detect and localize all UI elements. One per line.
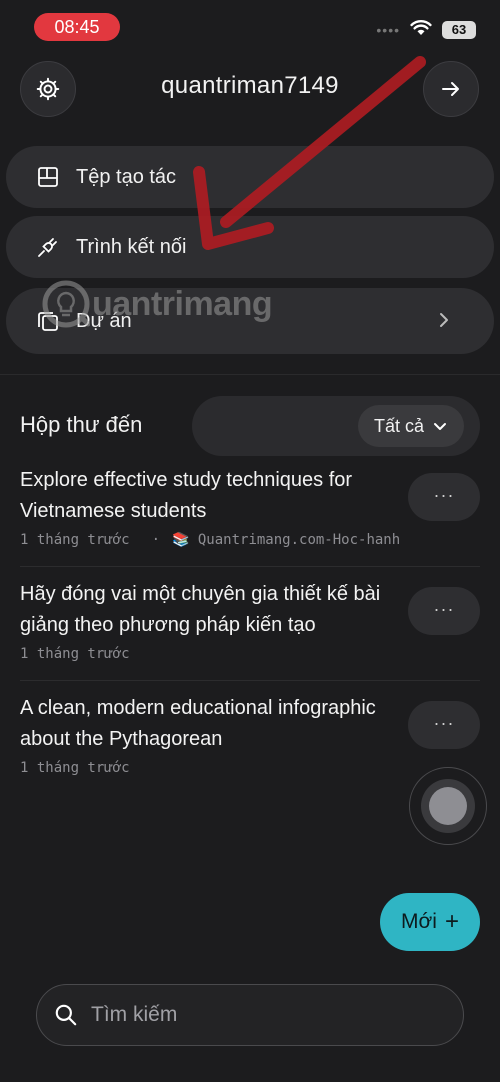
filter-dropdown[interactable]: Tất cả bbox=[358, 405, 464, 447]
menu-item-label: Trình kết nối bbox=[76, 235, 187, 258]
inbox-title: Hộp thư đến bbox=[20, 412, 143, 437]
lightbulb-icon bbox=[42, 280, 90, 328]
inbox-item-meta: 1 tháng trước bbox=[20, 760, 130, 776]
chevron-right-icon bbox=[440, 313, 448, 327]
search-bar[interactable] bbox=[36, 984, 464, 1046]
cellular-signal-icon: •••• bbox=[376, 22, 400, 38]
inbox-item-title[interactable]: A clean, modern educational infographic … bbox=[20, 693, 400, 755]
menu-item-connectors[interactable]: Trình kết nối bbox=[6, 216, 494, 278]
settings-button[interactable] bbox=[20, 61, 76, 117]
item-project[interactable]: 📚 Quantrimang.com-Hoc-hanh bbox=[172, 532, 400, 548]
item-time: 1 tháng trước bbox=[20, 760, 130, 776]
plus-icon: + bbox=[444, 908, 459, 935]
watermark-text: uantrimang bbox=[92, 284, 273, 323]
section-divider bbox=[0, 374, 500, 375]
assistive-touch-button[interactable] bbox=[409, 767, 487, 845]
new-button-label: Mới bbox=[401, 910, 437, 933]
artifacts-icon bbox=[38, 167, 58, 187]
item-divider bbox=[20, 566, 480, 567]
item-time: 1 tháng trước bbox=[20, 646, 130, 662]
battery-icon: 63 bbox=[442, 21, 476, 39]
arrow-right-icon bbox=[442, 82, 459, 96]
new-chat-button[interactable]: Mới + bbox=[380, 893, 480, 951]
gear-icon bbox=[36, 77, 60, 101]
assistive-touch-dot-icon bbox=[429, 787, 467, 825]
inbox-item-meta: 1 tháng trước bbox=[20, 646, 130, 662]
search-icon bbox=[55, 1004, 77, 1026]
username: quantriman7149 bbox=[161, 72, 339, 99]
item-divider bbox=[20, 680, 480, 681]
inbox-item-title[interactable]: Explore effective study techniques for V… bbox=[20, 465, 400, 527]
filter-label: Tất cả bbox=[373, 415, 425, 436]
status-icons: •••• 63 bbox=[376, 18, 476, 42]
forward-button[interactable] bbox=[423, 61, 479, 117]
watermark-logo: uantrimang bbox=[42, 280, 273, 328]
menu-item-artifacts[interactable]: Tệp tạo tác bbox=[6, 146, 494, 208]
status-time: 08:45 bbox=[34, 13, 120, 41]
assistive-touch-inner bbox=[421, 779, 475, 833]
meta-separator: · bbox=[151, 532, 161, 548]
more-options-button[interactable]: ··· bbox=[408, 701, 480, 749]
more-options-button[interactable]: ··· bbox=[408, 587, 480, 635]
item-time: 1 tháng trước bbox=[20, 532, 130, 548]
chevron-down-icon bbox=[434, 423, 447, 430]
more-options-button[interactable]: ··· bbox=[408, 473, 480, 521]
inbox-item-title[interactable]: Hãy đóng vai một chuyên gia thiết kế bài… bbox=[20, 579, 400, 641]
wifi-icon bbox=[410, 19, 432, 41]
plug-icon bbox=[38, 238, 57, 257]
menu-item-label: Tệp tạo tác bbox=[76, 165, 177, 188]
inbox-item-meta: 1 tháng trước · 📚 Quantrimang.com-Hoc-ha… bbox=[20, 532, 400, 548]
search-input[interactable] bbox=[89, 1002, 413, 1028]
